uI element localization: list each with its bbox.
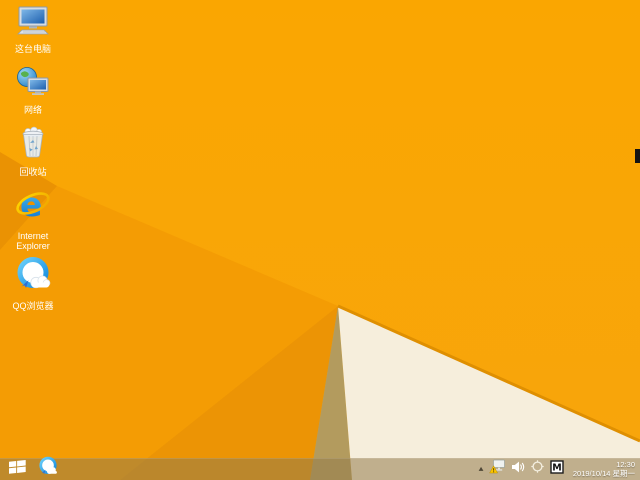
desktop-icon-this-pc[interactable]: 这台电脑 [2, 5, 64, 54]
clock-date: 2019/10/14 星期一 [572, 469, 635, 478]
show-hidden-icons-button[interactable]: ▴ [478, 464, 483, 474]
svg-text:M: M [552, 462, 561, 473]
desktop-icon-label: 网络 [23, 105, 42, 115]
desktop-icon-qq-browser[interactable]: QQ浏览器 [2, 256, 64, 311]
wallpaper [0, 0, 640, 480]
recycle-bin-icon [18, 126, 48, 164]
qq-browser-taskbar-icon [38, 456, 58, 480]
clock-time: 12:30 [616, 460, 635, 469]
desktop-icon-label: 这台电脑 [14, 44, 51, 54]
desktop-icon-network[interactable]: 网络 [2, 66, 64, 115]
taskbar-clock[interactable]: 12:30 2019/10/14 星期一 [573, 460, 635, 478]
network-icon [16, 66, 50, 102]
ime-mode-box[interactable]: M [550, 459, 564, 479]
desktop-icon-label: Internet Explorer [16, 231, 50, 251]
desktop-icon-label: QQ浏览器 [12, 301, 54, 311]
desktop-icon-recycle-bin[interactable]: 回收站 [2, 126, 64, 177]
volume-icon[interactable] [511, 460, 525, 479]
wallpaper-art [0, 0, 640, 480]
internet-explorer-icon: e [14, 185, 52, 228]
windows-logo-icon [8, 459, 26, 479]
qq-browser-icon [15, 256, 51, 298]
system-tray: ▴ M 12:30 2019/10/14 星期一 [478, 459, 640, 479]
this-pc-icon [16, 5, 50, 41]
svg-text:e: e [20, 186, 42, 223]
desktop-icon-internet-explorer[interactable]: e Internet Explorer [2, 185, 64, 251]
desktop: 这台电脑 网络 回收站 e Internet Explorer QQ浏览器 ▴ … [0, 0, 640, 480]
taskbar-pinned-qq-browser[interactable] [34, 456, 62, 480]
desktop-icon-label: 回收站 [19, 167, 47, 177]
desktop-icon-column: 这台电脑 网络 回收站 e Internet Explorer QQ浏览器 [2, 0, 64, 480]
network-warning-icon[interactable] [489, 459, 505, 479]
start-button[interactable] [0, 458, 34, 480]
language-indicator-icon[interactable] [531, 460, 544, 478]
screen-edge-black-mark [635, 149, 640, 163]
taskbar: ▴ M 12:30 2019/10/14 星期一 [0, 456, 640, 480]
